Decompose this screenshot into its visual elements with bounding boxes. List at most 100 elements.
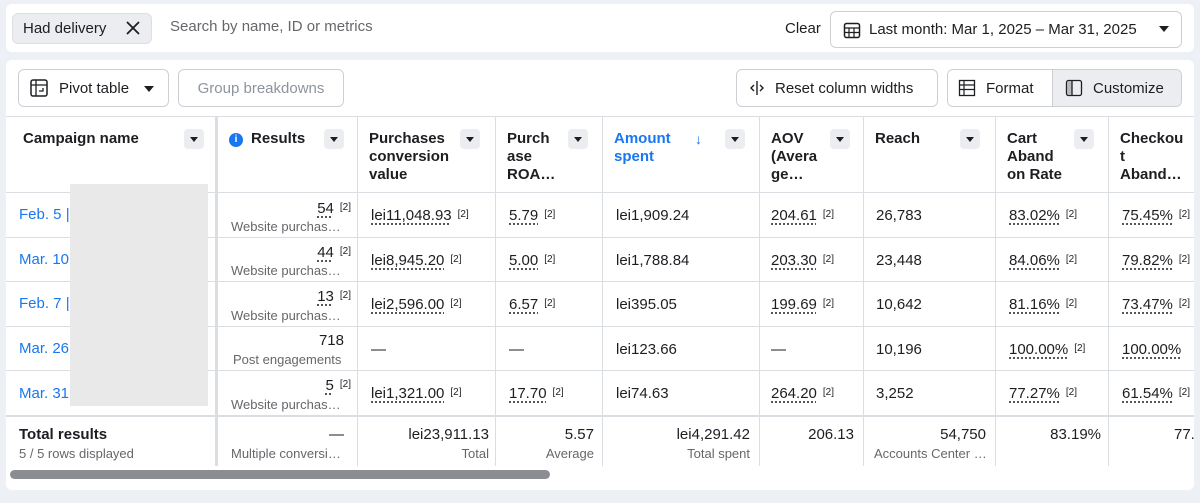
- reference-marker: [2]: [822, 387, 835, 398]
- column-header-label: ROA…: [507, 166, 556, 183]
- pcv-cell: lei2,596.00 [2]: [371, 296, 462, 313]
- filter-chip-had-delivery[interactable]: Had delivery: [12, 13, 152, 44]
- column-header-aov[interactable]: AOV (Avera ge…: [760, 117, 863, 193]
- roas-value[interactable]: 17.70: [509, 385, 547, 402]
- sort-descending-icon[interactable]: ↓: [695, 130, 702, 148]
- column-menu-button[interactable]: [568, 129, 588, 149]
- pivot-table-button[interactable]: Pivot table: [18, 69, 169, 107]
- column-header-reach[interactable]: Reach: [864, 117, 995, 193]
- checkout-abandon-value[interactable]: 100.00%: [1122, 341, 1181, 358]
- campaign-name-link[interactable]: Feb. 7 |: [19, 295, 70, 312]
- cart-abandon-value[interactable]: 83.02%: [1009, 207, 1060, 224]
- checkout-abandon-value[interactable]: 61.54%: [1122, 385, 1173, 402]
- clear-button[interactable]: Clear: [785, 20, 821, 37]
- cart-cell: 100.00% [2]: [1009, 341, 1085, 358]
- group-breakdowns-button[interactable]: Group breakdowns: [178, 69, 344, 107]
- column-header-results[interactable]: i Results: [218, 117, 357, 193]
- pivot-table-label: Pivot table: [59, 79, 130, 97]
- totals-reach-label: Accounts Center …: [874, 446, 987, 461]
- reference-marker: [2]: [544, 254, 556, 265]
- results-cell: 44 [2]: [317, 244, 351, 261]
- reference-marker: [2]: [450, 298, 462, 309]
- totals-amount-spent: lei4,291.42: [676, 426, 750, 443]
- checkout-cell: 79.82% [2]: [1122, 252, 1190, 269]
- column-header-purchases-conversion-value[interactable]: Purchases conversion value: [358, 117, 495, 193]
- cart-abandon-value[interactable]: 77.27%: [1009, 385, 1060, 402]
- amount-spent-value: lei1,788.84: [616, 252, 690, 269]
- aov-value[interactable]: 199.69: [771, 296, 817, 313]
- filter-chip-label: Had delivery: [23, 20, 107, 37]
- chevron-down-icon: [144, 86, 154, 92]
- results-value[interactable]: 13: [317, 288, 334, 305]
- column-header-checkout-abandon[interactable]: Checkou t Aband…: [1109, 117, 1194, 193]
- column-menu-button[interactable]: [460, 129, 480, 149]
- reference-marker: [2]: [450, 254, 462, 265]
- column-header-label: ge…: [771, 166, 804, 183]
- column-menu-button[interactable]: [1074, 129, 1094, 149]
- column-menu-button[interactable]: [960, 129, 980, 149]
- checkout-cell: 75.45% [2]: [1122, 207, 1190, 224]
- campaign-name-link[interactable]: Feb. 5 |: [19, 206, 70, 223]
- cart-abandon-value[interactable]: 81.16%: [1009, 296, 1060, 313]
- column-menu-button[interactable]: [324, 129, 344, 149]
- column-header-label: t: [1120, 148, 1125, 165]
- aov-value: —: [771, 341, 786, 358]
- checkout-abandon-value[interactable]: 79.82%: [1122, 252, 1173, 269]
- checkout-abandon-value[interactable]: 75.45%: [1122, 207, 1173, 224]
- roas-value[interactable]: 5.00: [509, 252, 538, 269]
- column-menu-button[interactable]: [830, 129, 850, 149]
- column-header-amount-spent[interactable]: Amount spent ↓: [603, 117, 759, 193]
- format-icon: [958, 79, 976, 97]
- column-header-label: Checkou: [1120, 130, 1184, 147]
- column-header-campaign-name[interactable]: Campaign name: [12, 117, 215, 193]
- roas-value[interactable]: 6.57: [509, 296, 538, 313]
- reference-marker: [2]: [1178, 254, 1190, 265]
- checkout-abandon-value[interactable]: 73.47%: [1122, 296, 1173, 313]
- cart-abandon-value[interactable]: 100.00%: [1009, 341, 1068, 358]
- pcv-value[interactable]: lei1,321.00: [371, 385, 444, 402]
- reach-value: 23,448: [876, 252, 922, 269]
- campaign-name-link[interactable]: Mar. 10: [19, 251, 69, 268]
- aov-value[interactable]: 204.61: [771, 207, 817, 224]
- column-menu-button[interactable]: [184, 129, 204, 149]
- reach-value: 10,196: [876, 341, 922, 358]
- aov-value[interactable]: 203.30: [771, 252, 817, 269]
- pcv-value: —: [371, 341, 386, 358]
- totals-pcv: lei23,911.13: [408, 426, 489, 443]
- reset-column-widths-button[interactable]: Reset column widths: [736, 69, 938, 107]
- results-value[interactable]: 5: [326, 377, 334, 394]
- customize-button[interactable]: Customize: [1053, 70, 1181, 106]
- campaign-name-link[interactable]: Mar. 26: [19, 340, 69, 357]
- column-header-purchase-roas[interactable]: Purch ase ROA…: [496, 117, 602, 193]
- date-range-label: Last month: Mar 1, 2025 – Mar 31, 2025: [869, 21, 1137, 38]
- results-value[interactable]: 54: [317, 200, 334, 217]
- info-icon[interactable]: i: [229, 133, 243, 147]
- column-header-label: Campaign name: [23, 130, 139, 147]
- format-button[interactable]: Format: [948, 70, 1053, 106]
- calendar-icon: [843, 22, 861, 38]
- column-menu-button[interactable]: [725, 129, 745, 149]
- column-header-cart-abandon-rate[interactable]: Cart Aband on Rate: [996, 117, 1108, 193]
- date-range-picker[interactable]: Last month: Mar 1, 2025 – Mar 31, 2025: [830, 11, 1182, 48]
- results-value[interactable]: 44: [317, 244, 334, 261]
- pcv-cell: lei8,945.20 [2]: [371, 252, 462, 269]
- column-header-label: conversion: [369, 148, 450, 165]
- reference-marker: [2]: [1178, 209, 1190, 220]
- search-input[interactable]: [170, 18, 570, 35]
- cart-abandon-value[interactable]: 84.06%: [1009, 252, 1060, 269]
- amount-spent-value: lei1,909.24: [616, 207, 690, 224]
- roas-value: —: [509, 341, 524, 358]
- checkout-cell: 73.47% [2]: [1122, 296, 1190, 313]
- divider: [6, 415, 1194, 417]
- pcv-value[interactable]: lei2,596.00: [371, 296, 444, 313]
- roas-value[interactable]: 5.79: [509, 207, 538, 224]
- scrollbar-thumb[interactable]: [10, 470, 550, 479]
- reference-marker: [2]: [544, 298, 556, 309]
- close-icon[interactable]: [125, 20, 141, 36]
- results-type: Website purchas…: [231, 308, 341, 323]
- campaign-name-link[interactable]: Mar. 31: [19, 385, 69, 402]
- pcv-value[interactable]: lei11,048.93: [371, 207, 452, 224]
- pivot-icon: [30, 79, 48, 97]
- pcv-value[interactable]: lei8,945.20: [371, 252, 444, 269]
- aov-value[interactable]: 264.20: [771, 385, 817, 402]
